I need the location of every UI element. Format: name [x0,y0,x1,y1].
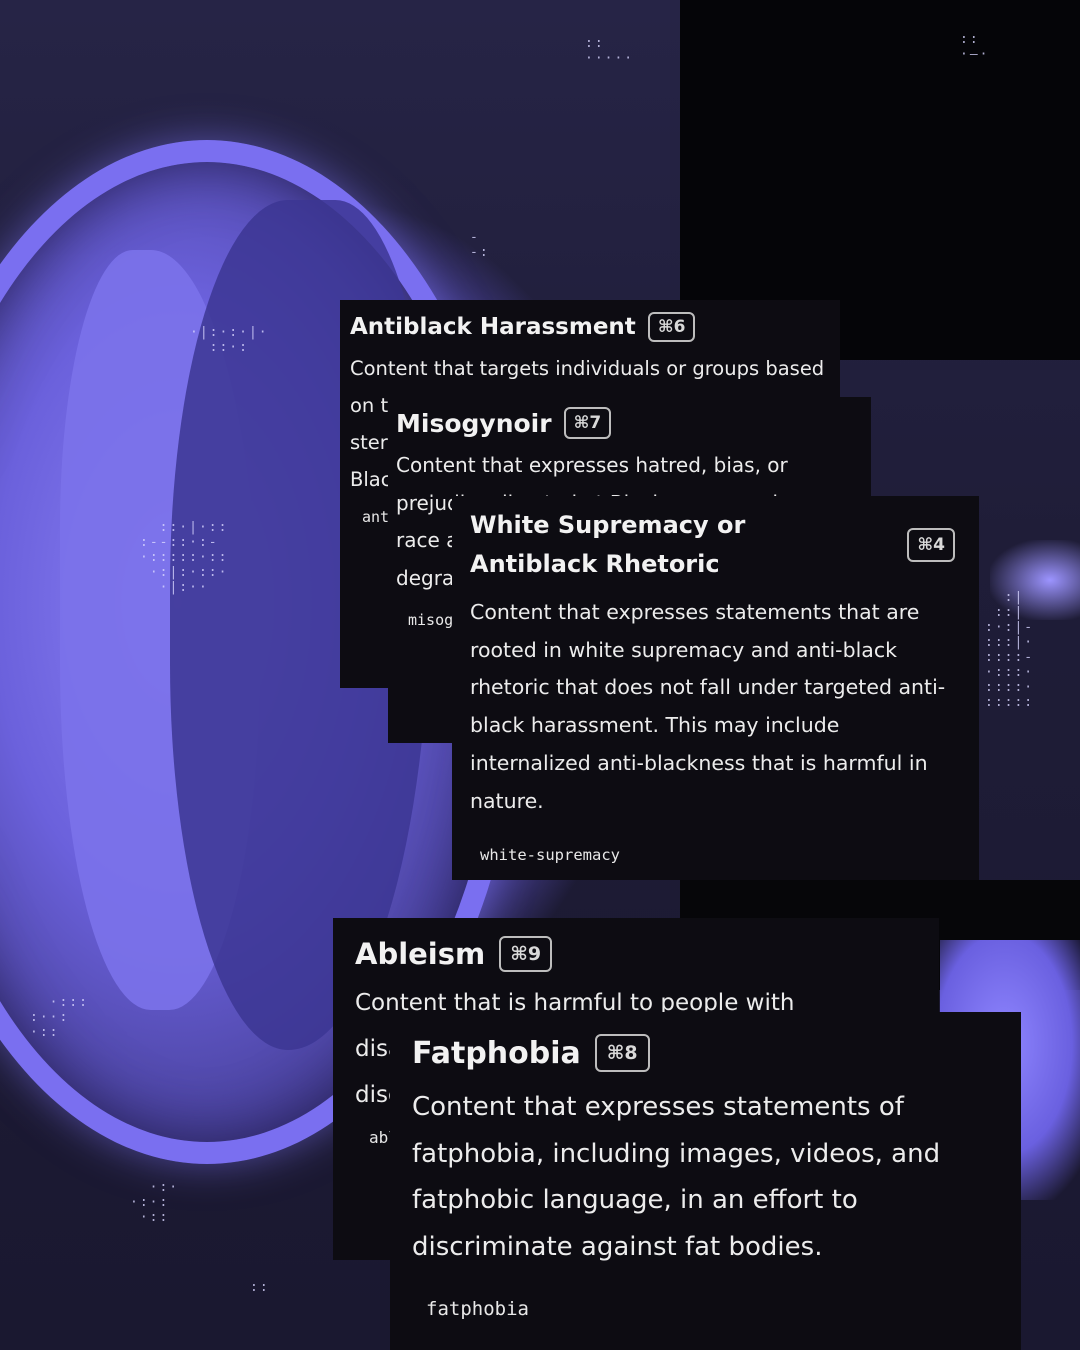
keyboard-shortcut-badge: ⌘6 [647,312,696,342]
pixel-dots-decoration: :| ::| :·:|- :::|· ::::- ·:::· ::::· :::… [985,590,1035,710]
pixel-dots-decoration: :: ·—· [960,32,990,62]
keyboard-shortcut-badge: ⌘8 [594,1034,650,1072]
pixel-dots-decoration: :: [250,1280,270,1295]
card-title: Antiblack Harassment [350,314,636,340]
keyboard-shortcut-badge: ⌘4 [907,528,955,562]
card-title-row: Antiblack Harassment ⌘6 [350,312,830,342]
pixel-dots-decoration: - -: [470,230,490,260]
keyboard-shortcut-badge: ⌘9 [499,936,553,972]
card-tag: fatphobia [426,1298,529,1320]
pixel-dots-decoration: ·:· ·:·: ·:: [130,1180,180,1225]
card-title-row: White Supremacy or Antiblack Rhetoric ⌘4 [470,506,961,584]
card-title-row: Misogynoir ⌘7 [396,407,863,439]
card-tag: white-supremacy [480,846,620,865]
pixel-dots-decoration: ·|:·:·|· ::·: [190,325,269,355]
card-title: White Supremacy or Antiblack Rhetoric [470,511,746,578]
pixel-dots-decoration: ·::: :··: ·:: [30,995,89,1040]
card-title-row: Ableism ⌘9 [355,936,917,972]
keyboard-shortcut-badge: ⌘7 [563,407,612,439]
card-title: Misogynoir [396,408,552,438]
category-card-fatphobia[interactable]: Fatphobia ⌘8 Content that expresses stat… [390,1012,1021,1350]
card-title: Fatphobia [412,1035,581,1071]
pixel-dots-decoration: ::·|·:: :--::·:- ·:::::·:: ·:|:·::· ·|:·… [140,520,229,595]
category-card-white-supremacy[interactable]: White Supremacy or Antiblack Rhetoric ⌘4… [452,496,979,880]
card-title-row: Fatphobia ⌘8 [412,1034,999,1072]
card-title: Ableism [355,937,486,971]
card-description: Content that expresses statements of fat… [412,1092,941,1262]
card-description: Content that expresses statements that a… [470,600,946,813]
pixel-dots-decoration: :: ····· [585,36,635,66]
